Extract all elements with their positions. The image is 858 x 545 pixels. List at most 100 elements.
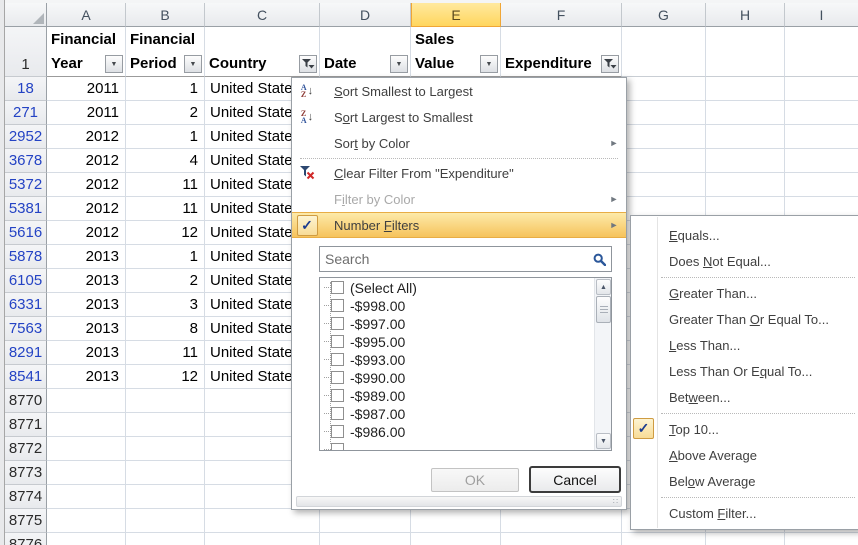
header-cell-e1[interactable]: SalesValue▼ bbox=[411, 27, 501, 77]
cell-b7563[interactable]: 8 bbox=[126, 317, 205, 341]
filter-value-item[interactable]: -$997.00 bbox=[320, 314, 611, 332]
cell-a3678[interactable]: 2012 bbox=[47, 149, 126, 173]
cell-e8776[interactable] bbox=[411, 533, 501, 545]
row-header-3678[interactable]: 3678 bbox=[5, 149, 47, 173]
resize-grip-bar[interactable]: ∷ bbox=[296, 496, 622, 507]
header-cell-g1[interactable] bbox=[622, 27, 706, 77]
filter-value-item[interactable]: -$989.00 bbox=[320, 386, 611, 404]
submenu-item-top-10[interactable]: ✓Top 10... bbox=[631, 416, 858, 442]
row-header-8771[interactable]: 8771 bbox=[5, 413, 47, 437]
cell-a8773[interactable] bbox=[47, 461, 126, 485]
checkbox[interactable] bbox=[331, 425, 344, 438]
filter-value-item[interactable]: -$986.00 bbox=[320, 422, 611, 440]
cell-a2952[interactable]: 2012 bbox=[47, 125, 126, 149]
cell-a8541[interactable]: 2013 bbox=[47, 365, 126, 389]
checkbox[interactable] bbox=[331, 443, 344, 451]
header-cell-f1[interactable]: Expenditure bbox=[501, 27, 622, 77]
cell-a8291[interactable]: 2013 bbox=[47, 341, 126, 365]
cell-g8776[interactable] bbox=[622, 533, 706, 545]
submenu-item-greater-than[interactable]: Greater Than... bbox=[631, 280, 858, 306]
cell-h18[interactable] bbox=[706, 77, 785, 101]
cell-h2952[interactable] bbox=[706, 125, 785, 149]
cell-b5372[interactable]: 11 bbox=[126, 173, 205, 197]
cell-b6331[interactable]: 3 bbox=[126, 293, 205, 317]
row-header-5878[interactable]: 5878 bbox=[5, 245, 47, 269]
cell-g18[interactable] bbox=[622, 77, 706, 101]
select-all-corner[interactable] bbox=[5, 3, 47, 27]
column-header-c[interactable]: C bbox=[205, 3, 320, 27]
scroll-down-button[interactable]: ▼ bbox=[596, 433, 611, 449]
cell-a5616[interactable]: 2012 bbox=[47, 221, 126, 245]
filter-applied-button-country[interactable] bbox=[299, 55, 317, 73]
cell-a8770[interactable] bbox=[47, 389, 126, 413]
cell-b8771[interactable] bbox=[126, 413, 205, 437]
row-header-7563[interactable]: 7563 bbox=[5, 317, 47, 341]
filter-applied-button-expenditure[interactable] bbox=[601, 55, 619, 73]
filter-dropdown-button-value[interactable]: ▼ bbox=[480, 55, 498, 73]
checkbox[interactable] bbox=[331, 299, 344, 312]
cell-h271[interactable] bbox=[706, 101, 785, 125]
submenu-item-equals[interactable]: Equals... bbox=[631, 222, 858, 248]
column-header-d[interactable]: D bbox=[320, 3, 411, 27]
row-header-18[interactable]: 18 bbox=[5, 77, 47, 101]
cell-b8541[interactable]: 12 bbox=[126, 365, 205, 389]
cell-i18[interactable] bbox=[785, 77, 858, 101]
checkbox[interactable] bbox=[331, 389, 344, 402]
checkbox[interactable] bbox=[331, 371, 344, 384]
filter-value-item-partial[interactable] bbox=[320, 440, 611, 451]
row-header-8291[interactable]: 8291 bbox=[5, 341, 47, 365]
menu-item-clear-filter-from-expenditure[interactable]: Clear Filter From "Expenditure" bbox=[292, 160, 626, 186]
cell-b5616[interactable]: 12 bbox=[126, 221, 205, 245]
submenu-item-greater-than-or-equal-to[interactable]: Greater Than Or Equal To... bbox=[631, 306, 858, 332]
row-header-271[interactable]: 271 bbox=[5, 101, 47, 125]
cell-h5372[interactable] bbox=[706, 173, 785, 197]
column-header-f[interactable]: F bbox=[501, 3, 622, 27]
ok-button[interactable]: OK bbox=[431, 468, 519, 492]
cell-b8776[interactable] bbox=[126, 533, 205, 545]
header-cell-b1[interactable]: FinancialPeriod▼ bbox=[126, 27, 205, 77]
header-cell-c1[interactable]: Country bbox=[205, 27, 320, 77]
column-header-g[interactable]: G bbox=[622, 3, 706, 27]
cell-b8772[interactable] bbox=[126, 437, 205, 461]
menu-item-sort-smallest-to-largest[interactable]: AZ↓Sort Smallest to Largest bbox=[292, 78, 626, 104]
checkbox[interactable] bbox=[331, 317, 344, 330]
cell-a8775[interactable] bbox=[47, 509, 126, 533]
cell-b18[interactable]: 1 bbox=[126, 77, 205, 101]
header-cell-i1[interactable] bbox=[785, 27, 858, 77]
checkbox[interactable] bbox=[331, 335, 344, 348]
cell-b2952[interactable]: 1 bbox=[126, 125, 205, 149]
cell-g3678[interactable] bbox=[622, 149, 706, 173]
filter-value-item[interactable]: -$993.00 bbox=[320, 350, 611, 368]
row-header-5381[interactable]: 5381 bbox=[5, 197, 47, 221]
checkbox[interactable] bbox=[331, 353, 344, 366]
cell-b8774[interactable] bbox=[126, 485, 205, 509]
filter-dropdown-button-date[interactable]: ▼ bbox=[390, 55, 408, 73]
checkbox[interactable] bbox=[331, 281, 344, 294]
filter-value-item[interactable]: -$990.00 bbox=[320, 368, 611, 386]
cell-a18[interactable]: 2011 bbox=[47, 77, 126, 101]
row-header-8774[interactable]: 8774 bbox=[5, 485, 47, 509]
cell-b5878[interactable]: 1 bbox=[126, 245, 205, 269]
column-header-e[interactable]: E bbox=[411, 3, 501, 27]
menu-item-filter-by-color[interactable]: Filter by Color► bbox=[292, 186, 626, 212]
cell-b8770[interactable] bbox=[126, 389, 205, 413]
cell-i8776[interactable] bbox=[785, 533, 858, 545]
checkbox[interactable] bbox=[331, 407, 344, 420]
cell-b3678[interactable]: 4 bbox=[126, 149, 205, 173]
row-header-8770[interactable]: 8770 bbox=[5, 389, 47, 413]
filter-value-item[interactable]: (Select All) bbox=[320, 278, 611, 296]
cell-a5878[interactable]: 2013 bbox=[47, 245, 126, 269]
cell-i271[interactable] bbox=[785, 101, 858, 125]
submenu-item-does-not-equal[interactable]: Does Not Equal... bbox=[631, 248, 858, 274]
cell-g5372[interactable] bbox=[622, 173, 706, 197]
menu-item-number-filters[interactable]: ✓Number Filters► bbox=[292, 212, 626, 238]
row-header-8776[interactable]: 8776 bbox=[5, 533, 47, 545]
row-header-2952[interactable]: 2952 bbox=[5, 125, 47, 149]
cell-d8775[interactable] bbox=[320, 509, 411, 533]
cell-a6331[interactable]: 2013 bbox=[47, 293, 126, 317]
cell-c8776[interactable] bbox=[205, 533, 320, 545]
cell-i2952[interactable] bbox=[785, 125, 858, 149]
row-header-8773[interactable]: 8773 bbox=[5, 461, 47, 485]
cell-h3678[interactable] bbox=[706, 149, 785, 173]
cell-a8771[interactable] bbox=[47, 413, 126, 437]
